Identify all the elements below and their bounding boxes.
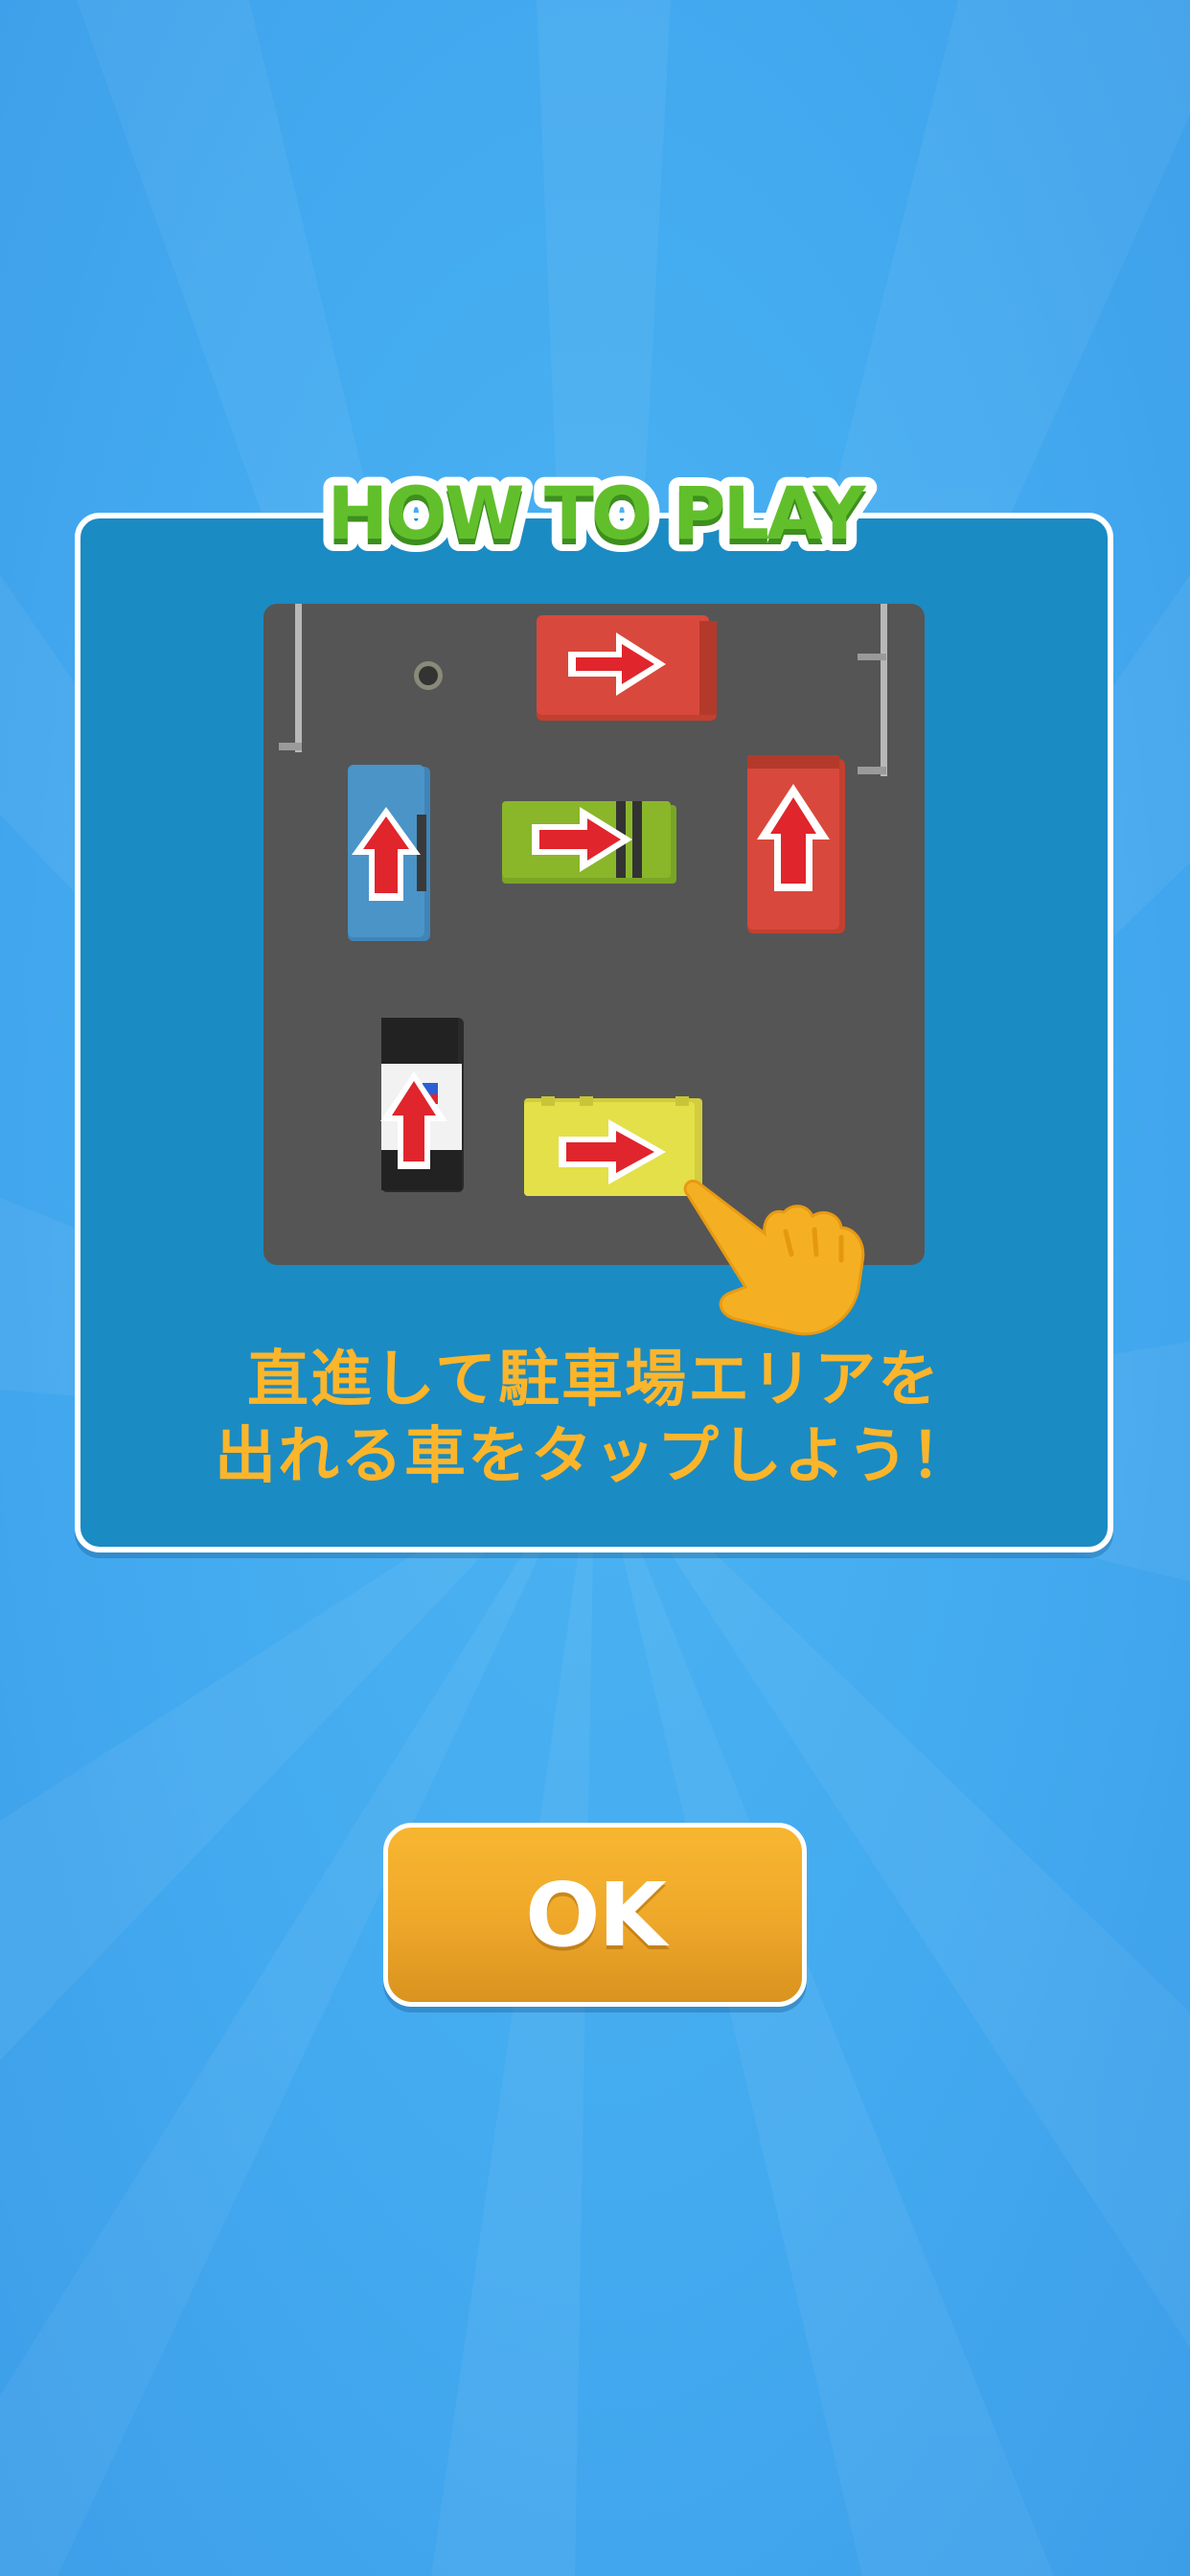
- red-car-top[interactable]: [537, 615, 717, 721]
- red-car-right[interactable]: [747, 755, 845, 933]
- parking-post-left: [279, 604, 302, 752]
- ok-button-label: OK: [525, 1863, 666, 1966]
- police-car[interactable]: [380, 1018, 464, 1192]
- pointing-hand-icon: [683, 1179, 865, 1336]
- blue-car[interactable]: [348, 765, 430, 941]
- ok-button[interactable]: OK: [383, 1823, 807, 2007]
- how-to-play-title: HOW TO PLAY HOW TO PLAY HOW TO PLAY: [316, 462, 880, 568]
- parking-lot-board: [263, 604, 925, 1265]
- instruction-line-1: 直進して駐車場エリアを: [246, 1345, 942, 1415]
- title-text: HOW TO PLAY: [327, 471, 866, 556]
- green-car[interactable]: [502, 801, 676, 884]
- parking-post-right: [858, 604, 887, 776]
- instruction-line-2: 出れる車をタップしよう！: [215, 1421, 973, 1492]
- manhole-icon: [414, 661, 443, 690]
- instruction-text: 直進して駐車場エリアを 出れる車をタップしよう！: [75, 1342, 1113, 1495]
